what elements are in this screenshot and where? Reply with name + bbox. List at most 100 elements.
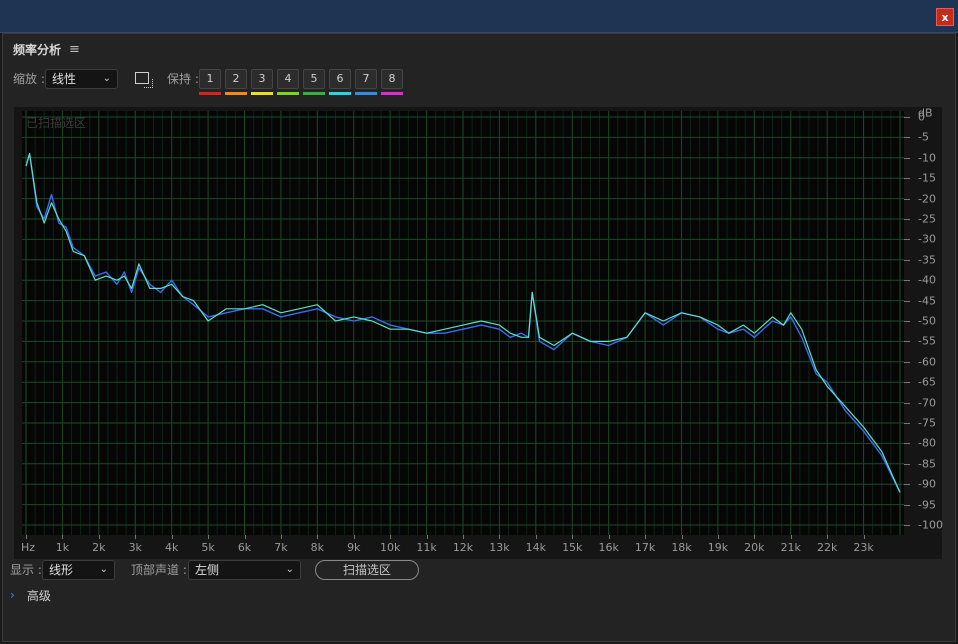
display-select[interactable]: 线形 ⌄ [42, 560, 115, 580]
y-tick-label: -70 [918, 396, 936, 410]
hold-color-swatch [355, 92, 377, 95]
y-tick-mark [904, 219, 910, 220]
y-tick-label: -100 [918, 518, 943, 532]
y-tick-label: -55 [918, 334, 936, 348]
frequency-analysis-panel: 频率分析 ≡ 缩放 : 线性 ⌄ 保持 : 12345678 已扫描选区 dB … [2, 33, 956, 642]
y-tick-label: -65 [918, 375, 936, 389]
hold-button-4[interactable]: 4 [277, 69, 299, 95]
hold-color-swatch [381, 92, 403, 95]
y-tick-label: -75 [918, 416, 936, 430]
x-tick-label: 1k [55, 541, 70, 554]
y-tick-label: -15 [918, 171, 936, 185]
bottom-bar [13, 594, 943, 616]
y-tick-mark [904, 137, 910, 139]
channel-select[interactable]: 左侧 ⌄ [188, 560, 301, 580]
spectrum-svg [22, 111, 904, 535]
y-tick-mark [904, 382, 910, 384]
y-tick-label: -60 [918, 355, 936, 369]
y-tick-mark [904, 321, 910, 322]
x-tick-label: 14k [525, 541, 547, 554]
select-region-icon[interactable] [135, 72, 153, 88]
y-tick-mark [904, 198, 910, 200]
y-tick-mark [904, 463, 910, 465]
y-tick-label: -80 [918, 436, 936, 450]
x-tick-mark [572, 535, 574, 539]
hold-button-5[interactable]: 5 [303, 69, 325, 95]
hold-button-2[interactable]: 2 [225, 69, 247, 95]
x-tick-label: 2k [92, 541, 106, 554]
hold-label: 保持 : [167, 72, 199, 86]
x-tick-mark [317, 535, 319, 539]
hold-button-label: 5 [303, 69, 325, 89]
hold-button-3[interactable]: 3 [251, 69, 273, 95]
spectrum-plot[interactable]: 已扫描选区 [22, 111, 904, 535]
y-tick-mark [904, 504, 910, 506]
hold-button-label: 7 [355, 69, 377, 89]
x-tick-label: 5k [201, 541, 215, 554]
x-axis: Hz 1k 2k 3k 4k 5k 6k 7k 8k 9k 10k 11k 12k 13k 14k 15k 16… [14, 535, 942, 559]
advanced-label: 高级 [26, 588, 51, 603]
hold-color-swatch [225, 92, 247, 95]
hold-button-label: 8 [381, 69, 403, 89]
x-tick-label: 8k [310, 541, 325, 554]
y-tick-label: -30 [918, 232, 936, 246]
panel-title: 频率分析 [13, 42, 62, 57]
y-tick-label: -85 [918, 457, 936, 471]
y-tick-mark [904, 239, 910, 241]
x-tick-label: 13k [489, 541, 510, 554]
y-tick-label: -45 [918, 294, 936, 308]
hold-color-swatch [303, 92, 325, 95]
x-tick-label: 9k [347, 541, 361, 554]
y-tick-label: -50 [918, 314, 936, 328]
x-tick-label: 6k [237, 541, 252, 554]
x-tick-mark [717, 535, 719, 539]
x-tick-label: 7k [274, 541, 288, 554]
x-tick-mark [208, 535, 210, 539]
scan-selection-button[interactable]: 扫描选区 [315, 560, 419, 580]
chevron-down-icon: ⌄ [102, 73, 111, 84]
chevron-down-icon: ⌄ [99, 564, 108, 575]
x-tick-mark [463, 535, 464, 539]
y-tick-label: -20 [918, 192, 936, 206]
y-tick-label: -90 [918, 477, 936, 491]
hold-button-label: 6 [329, 69, 351, 89]
chevron-right-icon[interactable]: › [10, 588, 15, 602]
y-tick-label: -5 [918, 130, 929, 144]
y-tick-label: 0 [918, 110, 925, 124]
hold-button-1[interactable]: 1 [199, 69, 221, 95]
y-tick-mark [904, 361, 910, 363]
x-tick-mark [280, 535, 282, 539]
zoom-label: 缩放 : [13, 72, 45, 86]
y-tick-mark [904, 117, 910, 118]
x-tick-mark [390, 535, 392, 539]
close-button[interactable]: x [936, 8, 954, 26]
hold-color-swatch [199, 92, 221, 95]
bottom-controls: 显示 : 线形 ⌄ 顶部声道 : 左侧 ⌄ 扫描选区 [10, 560, 940, 582]
hold-color-swatch [277, 92, 299, 95]
x-tick-label: 10k [379, 541, 401, 554]
channel-select-value: 左侧 [195, 563, 220, 577]
x-tick-mark [645, 535, 647, 539]
hamburger-menu-icon[interactable]: ≡ [69, 42, 80, 57]
hold-button-7[interactable]: 7 [355, 69, 377, 95]
y-tick-mark [904, 178, 910, 180]
zoom-select[interactable]: 线性 ⌄ [45, 69, 118, 89]
hold-button-8[interactable]: 8 [381, 69, 403, 95]
x-tick-label: 20k [744, 541, 765, 554]
x-tick-label: 4k [164, 541, 179, 554]
panel-header: 频率分析 ≡ [13, 39, 80, 59]
x-tick-mark [790, 535, 792, 539]
hold-button-6[interactable]: 6 [329, 69, 351, 95]
y-tick-label: -95 [918, 498, 936, 512]
advanced-section[interactable]: › 高级 [10, 586, 51, 604]
y-tick-mark [904, 402, 910, 404]
scanned-selection-overlay: 已扫描选区 [26, 116, 87, 130]
hold-color-swatch [251, 92, 273, 95]
y-tick-label: -25 [918, 212, 936, 226]
x-tick-mark [681, 535, 683, 539]
hold-button-label: 2 [225, 69, 247, 89]
x-tick-label: 3k [128, 541, 142, 554]
x-tick-mark [827, 535, 829, 539]
chevron-down-icon: ⌄ [285, 564, 294, 575]
x-tick-mark [499, 535, 501, 539]
